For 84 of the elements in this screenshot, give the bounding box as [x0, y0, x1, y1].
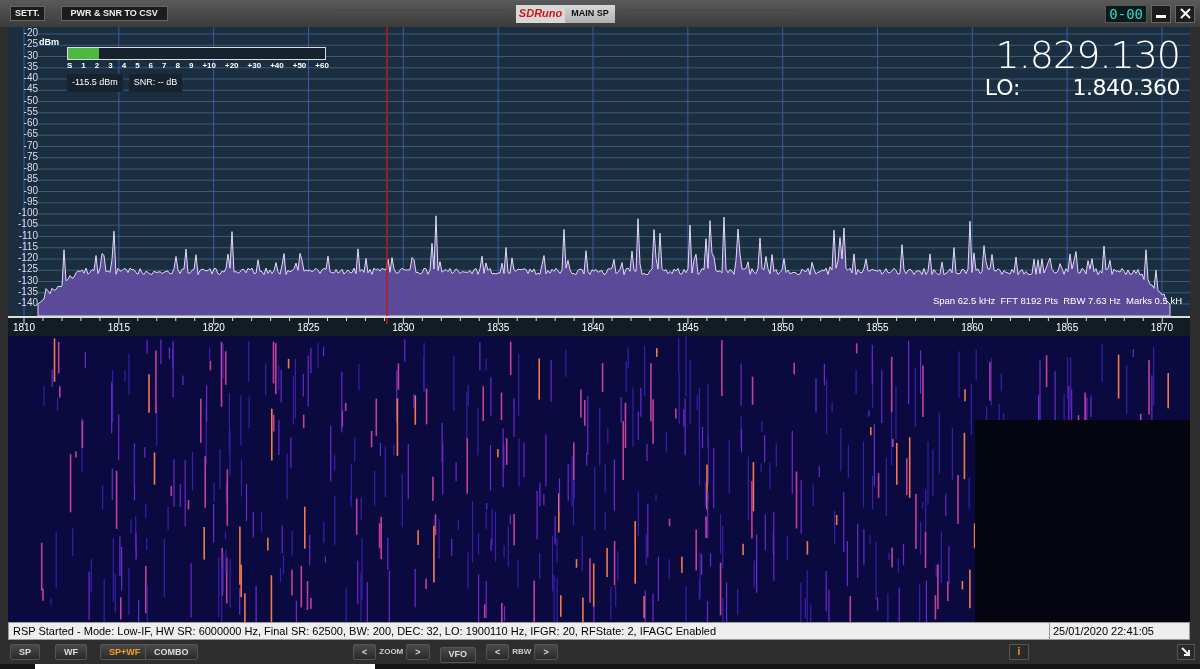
y-axis-label: -30 — [22, 49, 38, 61]
x-axis-label: 1810 — [12, 323, 36, 333]
view-mode-button[interactable]: SP — [10, 644, 40, 660]
y-axis-label: -55 — [22, 105, 38, 117]
x-axis-label: 1865 — [1056, 323, 1079, 333]
unit-label: dBm — [39, 36, 59, 49]
x-axis-label: 1850 — [771, 323, 794, 333]
y-axis-label: -20 — [22, 27, 38, 39]
close-icon — [1179, 8, 1191, 19]
x-axis-label: 1835 — [487, 323, 510, 333]
resize-button[interactable] — [1177, 644, 1195, 660]
s-meter-scale-label: +60 — [315, 62, 329, 70]
y-axis-label: -85 — [22, 173, 38, 185]
info-button[interactable]: i — [1009, 644, 1029, 660]
x-axis-label: 1815 — [107, 323, 130, 333]
status-message: RSP Started - Mode: Low-IF, HW SR: 6000000 Hz, Final SR: 62500, BW: 200, DEC: 32, LO: 1900110 Hz, IFGR: 20, RFState: 2, IFAGC Enabled — [12, 624, 718, 639]
y-axis-label: -110 — [17, 229, 38, 241]
s-meter-scale-label: 6 — [148, 62, 154, 70]
x-axis-label: 1845 — [676, 323, 699, 333]
snr-reading: SNR: -- dB — [128, 74, 183, 92]
x-axis-label: 1825 — [297, 323, 320, 333]
rbw-label: RBW — [512, 646, 532, 658]
frequency-display: 1.829.130 — [995, 35, 1180, 75]
y-axis-label: -60 — [22, 117, 38, 129]
y-axis-label: -25 — [22, 38, 38, 50]
zoom-label: ZOOM — [379, 646, 404, 658]
y-axis-label: -100 — [17, 207, 38, 219]
y-axis-label: -50 — [22, 94, 38, 106]
x-axis-label: 1870 — [1150, 323, 1174, 333]
s-meter-scale-label: 1 — [81, 62, 86, 70]
export-csv-button[interactable]: PWR & SNR TO CSV — [60, 6, 168, 21]
s-meter-scale-label: +10 — [202, 62, 216, 70]
rbw-up-button[interactable]: > — [534, 644, 558, 660]
y-axis-label: -115 — [17, 240, 38, 252]
y-axis-label: -120 — [17, 252, 38, 264]
s-meter-scale-label: +50 — [292, 62, 307, 70]
x-axis-label: 1855 — [866, 323, 889, 333]
s-meter-scale-label: 3 — [108, 62, 113, 70]
s-meter-scale-label: 2 — [94, 62, 100, 70]
spectrum-info: Span 62.5 kHz FFT 8192 Pts RBW 7.63 Hz Marks 0.5 kH — [932, 293, 1182, 308]
x-axis-label: 1860 — [961, 323, 984, 333]
y-axis-label: -80 — [22, 162, 38, 174]
panel-label: MAIN SP — [565, 4, 615, 23]
minimize-button[interactable] — [1151, 4, 1171, 23]
y-axis-label: -70 — [22, 139, 38, 151]
y-axis-label: -125 — [17, 263, 38, 275]
x-axis-label: 1840 — [581, 323, 605, 333]
x-axis-label: 1820 — [202, 323, 225, 333]
y-axis-label: -130 — [17, 274, 38, 286]
s-meter-scale-label: 4 — [121, 62, 127, 70]
s-meter-scale-label: 7 — [162, 62, 167, 70]
s-meter-scale-label: S — [67, 62, 73, 70]
close-button[interactable] — [1175, 4, 1195, 23]
s-meter-scale-label: +40 — [270, 62, 284, 70]
x-axis-label: 1830 — [392, 323, 415, 333]
y-axis-label: -40 — [22, 72, 38, 84]
y-axis-label: -65 — [22, 128, 38, 140]
y-axis-label: -75 — [22, 150, 38, 162]
counter-display: 0-00 — [1105, 4, 1147, 23]
s-meter-scale-label: +30 — [247, 62, 262, 70]
zoom-in-button[interactable]: > — [406, 644, 430, 660]
s-meter-scale-label: 9 — [188, 62, 194, 70]
y-axis-label: -90 — [22, 184, 38, 196]
rbw-down-button[interactable]: < — [486, 644, 510, 660]
y-axis-label: -45 — [22, 83, 38, 95]
view-mode-button[interactable]: COMBO — [145, 644, 198, 660]
arrow-icon — [1181, 647, 1191, 657]
lo-label: LO: — [984, 77, 1021, 99]
y-axis-label: -95 — [22, 195, 38, 207]
s-meter-scale-label: 5 — [135, 62, 140, 70]
settings-button[interactable]: SETT. — [10, 6, 45, 21]
y-axis-label: -105 — [17, 218, 38, 230]
zoom-out-button[interactable]: < — [353, 644, 377, 660]
s-meter-scale-label: 8 — [175, 62, 180, 70]
y-axis-label: -140 — [17, 297, 38, 309]
logo: SDRuno — [515, 4, 566, 23]
status-datetime: 25/01/2020 22:41:05 — [1049, 623, 1189, 639]
lo-frequency: 1.840.360 — [1072, 77, 1180, 99]
power-reading: -115.5 dBm — [67, 74, 123, 92]
y-axis-label: -135 — [17, 285, 38, 297]
view-mode-button[interactable]: WF — [55, 644, 87, 660]
y-axis-label: -35 — [22, 60, 38, 72]
s-meter-scale-label: +20 — [225, 62, 239, 70]
vfo-button[interactable]: VFO — [439, 646, 477, 663]
